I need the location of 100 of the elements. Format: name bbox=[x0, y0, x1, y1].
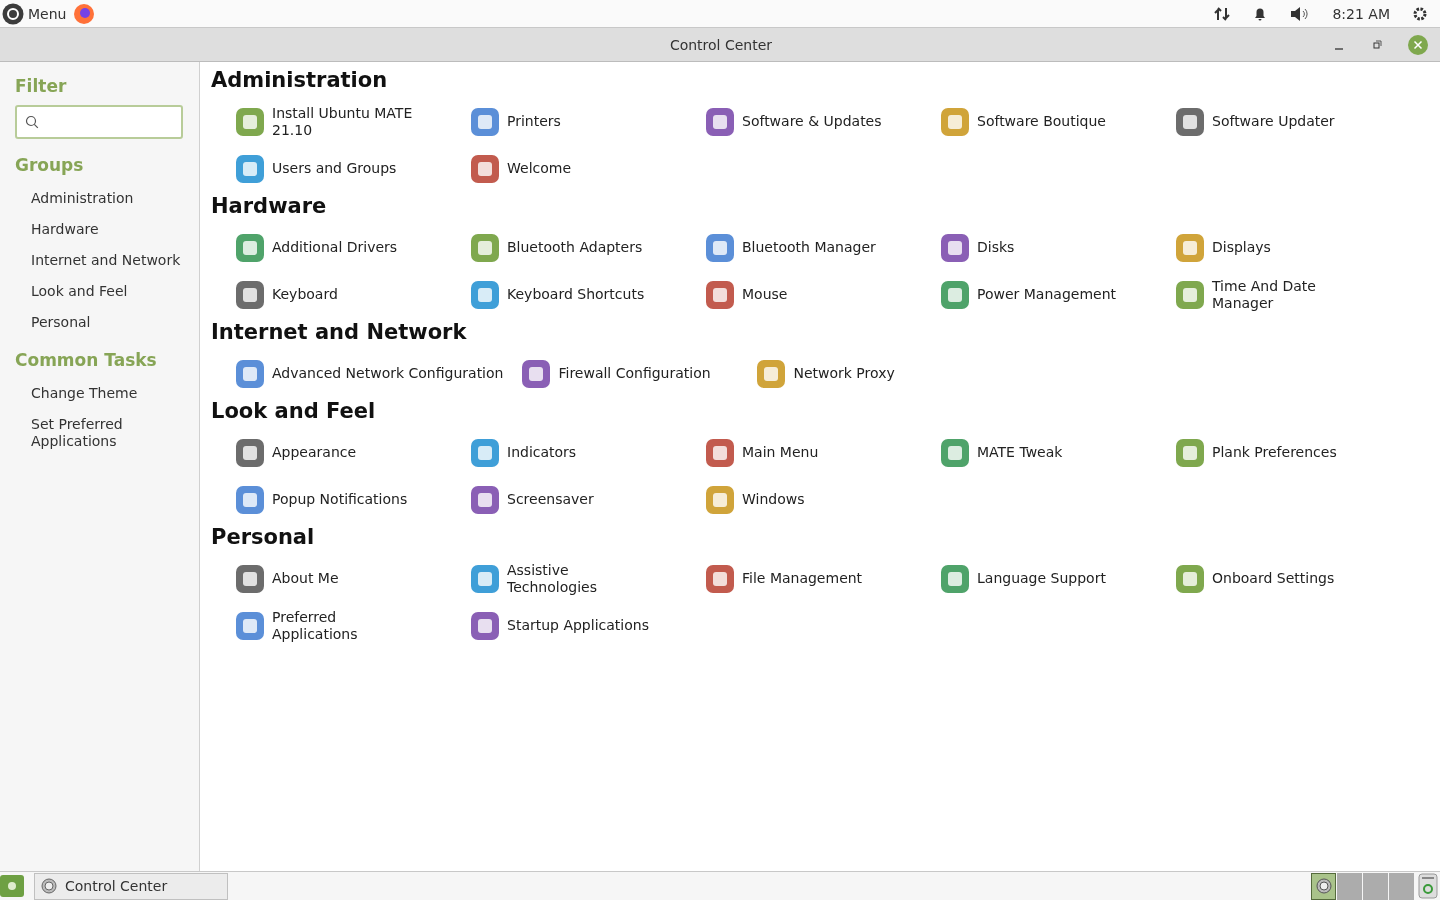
applet-item[interactable]: Keyboard bbox=[235, 271, 470, 318]
applet-item[interactable]: Popup Notifications bbox=[235, 476, 470, 523]
applet-icon bbox=[940, 437, 970, 468]
group-link[interactable]: Internet and Network bbox=[31, 245, 181, 276]
group-link[interactable]: Administration bbox=[31, 183, 181, 214]
applet-icon bbox=[756, 358, 787, 389]
section-heading: Administration bbox=[211, 67, 389, 94]
applet-item[interactable]: Printers bbox=[470, 98, 705, 145]
applet-icon bbox=[470, 437, 500, 468]
applet-item[interactable]: Disks bbox=[940, 224, 1175, 271]
section-heading: Hardware bbox=[211, 193, 328, 220]
browser-icon[interactable] bbox=[72, 1, 97, 26]
applet-item[interactable]: Windows bbox=[705, 476, 940, 523]
applet-item[interactable]: Screensaver bbox=[470, 476, 705, 523]
applet-icon bbox=[470, 106, 500, 137]
applet-item[interactable]: Network Proxy bbox=[756, 350, 992, 397]
applet-icon bbox=[1175, 106, 1205, 137]
applet-item[interactable]: Time And Date Manager bbox=[1175, 271, 1410, 318]
workspace-button[interactable] bbox=[1311, 872, 1336, 900]
applet-icon bbox=[235, 232, 265, 263]
menu-button[interactable]: Menu bbox=[2, 2, 67, 25]
applet-icon bbox=[1175, 279, 1205, 310]
applet-item[interactable]: Assistive Technologies bbox=[470, 555, 705, 602]
applet-item[interactable]: Power Management bbox=[940, 271, 1175, 318]
applet-icon bbox=[235, 610, 265, 641]
applet-item[interactable]: Software Boutique bbox=[940, 98, 1175, 145]
applet-icon bbox=[940, 232, 970, 263]
section-heading: Personal bbox=[211, 524, 316, 551]
applet-item[interactable]: Users and Groups bbox=[235, 145, 470, 192]
applet-icon bbox=[940, 563, 970, 594]
target-icon bbox=[41, 878, 57, 894]
applet-icon bbox=[1175, 437, 1205, 468]
applet-item[interactable]: Displays bbox=[1175, 224, 1410, 271]
applet-icon bbox=[470, 153, 500, 184]
recycle-bin-icon[interactable] bbox=[1418, 873, 1438, 899]
applet-item[interactable]: Software & Updates bbox=[705, 98, 940, 145]
applet-item[interactable]: Plank Preferences bbox=[1175, 429, 1410, 476]
applet-icon bbox=[470, 610, 500, 641]
group-link[interactable]: Hardware bbox=[31, 214, 181, 245]
window-title: Control Center bbox=[668, 36, 774, 53]
target-icon bbox=[1315, 878, 1332, 894]
applet-item[interactable]: Bluetooth Manager bbox=[705, 224, 940, 271]
applet-item[interactable]: Onboard Settings bbox=[1175, 555, 1410, 602]
section-heading: Internet and Network bbox=[211, 319, 468, 346]
power-icon[interactable] bbox=[1412, 5, 1428, 22]
applet-icon bbox=[705, 232, 735, 263]
applet-item[interactable]: Firewall Configuration bbox=[521, 350, 757, 397]
search-icon bbox=[25, 115, 39, 129]
group-link[interactable]: Look and Feel bbox=[31, 276, 181, 307]
applet-icon bbox=[470, 232, 500, 263]
applet-item[interactable]: Mouse bbox=[705, 271, 940, 318]
applet-icon bbox=[705, 563, 735, 594]
applet-item[interactable]: Advanced Network Configuration bbox=[235, 350, 522, 397]
applet-icon bbox=[470, 484, 500, 515]
applet-item[interactable]: Main Menu bbox=[705, 429, 940, 476]
desktop-icon[interactable] bbox=[0, 875, 24, 897]
task-link[interactable]: Change Theme bbox=[31, 378, 181, 409]
applet-item[interactable]: Welcome bbox=[470, 145, 705, 192]
applet-icon bbox=[705, 437, 735, 468]
applet-icon bbox=[235, 279, 265, 310]
applet-item[interactable]: Startup Applications bbox=[470, 602, 705, 649]
applet-item[interactable]: File Management bbox=[705, 555, 940, 602]
applet-icon bbox=[1175, 563, 1205, 594]
applet-icon bbox=[235, 437, 265, 468]
close-icon[interactable] bbox=[1408, 34, 1428, 55]
taskbar-button[interactable]: Control Center bbox=[34, 872, 228, 900]
network-icon[interactable] bbox=[1214, 5, 1231, 22]
applet-item[interactable]: Bluetooth Adapters bbox=[470, 224, 705, 271]
applet-icon bbox=[470, 279, 500, 310]
maximize-icon[interactable] bbox=[1370, 37, 1384, 52]
applet-item[interactable]: Keyboard Shortcuts bbox=[470, 271, 705, 318]
applet-icon bbox=[235, 153, 265, 184]
applet-item[interactable]: About Me bbox=[235, 555, 470, 602]
groups-heading: Groups bbox=[15, 155, 85, 175]
applet-icon bbox=[235, 106, 265, 137]
applet-item[interactable]: Additional Drivers bbox=[235, 224, 470, 271]
applet-icon bbox=[521, 358, 552, 389]
applet-item[interactable]: Install Ubuntu MATE 21.10 bbox=[235, 98, 470, 145]
applet-icon bbox=[470, 563, 500, 594]
applet-item[interactable]: Appearance bbox=[235, 429, 470, 476]
applet-icon bbox=[235, 358, 265, 389]
applet-item[interactable]: Indicators bbox=[470, 429, 705, 476]
tasks-heading: Common Tasks bbox=[15, 350, 158, 370]
applet-icon bbox=[705, 279, 735, 310]
applet-item[interactable]: Language Support bbox=[940, 555, 1175, 602]
group-link[interactable]: Personal bbox=[31, 307, 181, 338]
section-heading: Look and Feel bbox=[211, 398, 377, 425]
applet-icon bbox=[235, 563, 265, 594]
search-field[interactable] bbox=[15, 105, 183, 139]
volume-icon[interactable] bbox=[1290, 5, 1311, 22]
applet-icon bbox=[940, 279, 970, 310]
applet-icon bbox=[705, 484, 735, 515]
task-link[interactable]: Set Preferred Applications bbox=[31, 409, 181, 457]
applet-item[interactable]: Software Updater bbox=[1175, 98, 1410, 145]
applet-item[interactable]: Preferred Applications bbox=[235, 602, 470, 649]
applet-icon bbox=[1175, 232, 1205, 263]
applet-icon bbox=[235, 484, 265, 515]
clock-text[interactable]: 8:21 AM bbox=[1332, 5, 1390, 22]
applet-icon bbox=[940, 106, 970, 137]
applet-item[interactable]: MATE Tweak bbox=[940, 429, 1175, 476]
